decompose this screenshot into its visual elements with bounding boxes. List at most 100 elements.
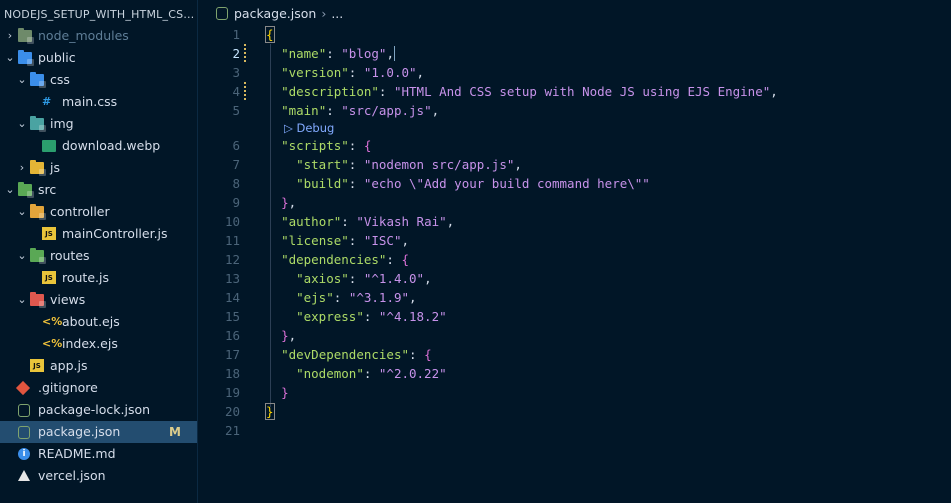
chevron-down-icon[interactable]: ⌄ [16, 245, 28, 267]
chevron-down-icon[interactable]: ⌄ [16, 289, 28, 311]
tree-file-item[interactable]: package-lock.json [0, 399, 197, 421]
tree-file-item[interactable]: .gitignore [0, 377, 197, 399]
tree-folder-item[interactable]: ⌄ public [0, 47, 197, 69]
code-line[interactable]: "express": "^4.18.2" [266, 307, 951, 326]
code-line[interactable]: "nodemon": "^2.0.22" [266, 364, 951, 383]
tree-file-item[interactable]: <% about.ejs [0, 311, 197, 333]
code-line[interactable]: "devDependencies": { [266, 345, 951, 364]
tree-item-label: package.json [38, 424, 121, 439]
tree-item-label: main.css [62, 94, 118, 109]
code-line[interactable]: "build": "echo \"Add your build command … [266, 174, 951, 193]
controller-folder-icon [30, 204, 46, 220]
code-line[interactable]: "name": "blog", [266, 44, 951, 63]
code-token: : [348, 271, 364, 286]
tree-folder-item[interactable]: › js [0, 157, 197, 179]
tree-file-item[interactable]: download.webp [0, 135, 197, 157]
ejs-file-icon: <% [42, 337, 63, 350]
chevron-right-icon[interactable]: › [4, 25, 16, 47]
chevron-down-icon[interactable]: ⌄ [4, 47, 16, 69]
code-token: , [770, 84, 778, 99]
line-number: 16 [224, 328, 240, 343]
tree-folder-item[interactable]: ⌄ views [0, 289, 197, 311]
js-file-icon: JS [30, 359, 44, 372]
debug-codelens-label: Debug [296, 121, 335, 135]
tree-item-label: vercel.json [38, 468, 106, 483]
code-token: , [288, 328, 297, 343]
modified-line-marker [244, 82, 246, 101]
code-line[interactable]: } [266, 383, 951, 402]
code-line[interactable]: "version": "1.0.0", [266, 63, 951, 82]
tree-file-item[interactable]: package.json M [0, 421, 197, 443]
views-folder-icon [30, 292, 46, 308]
code-token: : [409, 347, 425, 362]
code-token: : [348, 176, 364, 191]
tree-folder-item[interactable]: ⌄ controller [0, 201, 197, 223]
code-token: "build" [296, 176, 349, 191]
tree-item-label: index.ejs [62, 336, 118, 351]
css-file-icon: # [42, 95, 52, 108]
image-folder-icon [30, 116, 46, 132]
chevron-down-icon[interactable]: ⌄ [16, 201, 28, 223]
breadcrumb-rest[interactable]: ... [331, 6, 343, 21]
code-token: : [326, 103, 342, 118]
tree-item-label: img [50, 116, 74, 131]
code-line[interactable]: "description": "HTML And CSS setup with … [266, 82, 951, 101]
code-token: "^4.18.2" [378, 309, 447, 324]
code-token: "^1.4.0" [363, 271, 425, 286]
code-token: "1.0.0" [363, 65, 417, 80]
tree-folder-item[interactable]: ⌄ img [0, 113, 197, 135]
code-token: : [348, 138, 364, 153]
code-line[interactable]: "main": "src/app.js", [266, 101, 951, 120]
modified-badge: M [169, 425, 181, 439]
code-line[interactable]: "license": "ISC", [266, 231, 951, 250]
code-token: "express" [296, 309, 364, 324]
chevron-down-icon[interactable]: ⌄ [16, 69, 28, 91]
info-icon: i [18, 448, 30, 460]
code-line[interactable]: "dependencies": { [266, 250, 951, 269]
tree-file-item[interactable]: JS route.js [0, 267, 197, 289]
code-line[interactable]: }, [266, 326, 951, 345]
editor-pane: package.json ›... 1 2 3 4 5 6 7 8 9 10 11 12 13 14 15 16… [198, 0, 951, 503]
code-line[interactable]: }, [266, 193, 951, 212]
tree-folder-item[interactable]: › node_modules [0, 25, 197, 47]
tree-file-item[interactable]: <% index.ejs [0, 333, 197, 355]
code-line[interactable]: "author": "Vikash Rai", [266, 212, 951, 231]
line-number: 21 [224, 423, 240, 438]
chevron-down-icon[interactable]: ⌄ [4, 179, 16, 201]
code-line[interactable]: "scripts": { [266, 136, 951, 155]
code-line[interactable]: } [265, 402, 951, 421]
tree-file-item[interactable]: i README.md [0, 443, 197, 465]
tree-folder-item[interactable]: ⌄ css [0, 69, 197, 91]
debug-codelens[interactable]: ▷ Debug [266, 120, 951, 136]
js-folder-icon [30, 160, 46, 176]
tree-item-label: app.js [50, 358, 88, 373]
chevron-right-icon[interactable]: › [16, 157, 28, 179]
tree-folder-item[interactable]: ⌄ src [0, 179, 197, 201]
code-area[interactable]: { "name": "blog", "version": "1.0.0", "d… [265, 25, 951, 440]
code-line[interactable]: "ejs": "^3.1.9", [266, 288, 951, 307]
tree-file-item[interactable]: vercel.json [0, 465, 197, 487]
code-token: , [514, 157, 522, 172]
line-number: 5 [232, 103, 240, 118]
tree-file-item[interactable]: # main.css [0, 91, 197, 113]
code-line[interactable]: "start": "nodemon src/app.js", [266, 155, 951, 174]
code-line[interactable] [266, 421, 951, 440]
code-line[interactable]: "axios": "^1.4.0", [266, 269, 951, 288]
line-number: 14 [224, 290, 240, 305]
breadcrumb-file[interactable]: package.json [234, 6, 316, 21]
code-token: } [281, 328, 289, 343]
tree-file-item[interactable]: JS mainController.js [0, 223, 197, 245]
code-token: : [326, 46, 342, 61]
chevron-down-icon[interactable]: ⌄ [16, 113, 28, 135]
tree-item-label: route.js [62, 270, 109, 285]
folder-icon [18, 28, 34, 44]
tree-file-item[interactable]: JS app.js [0, 355, 197, 377]
tree-folder-item[interactable]: ⌄ routes [0, 245, 197, 267]
ejs-file-icon: <% [42, 315, 63, 328]
code-line[interactable]: { [265, 25, 951, 44]
code-token: "nodemon src/app.js" [363, 157, 515, 172]
